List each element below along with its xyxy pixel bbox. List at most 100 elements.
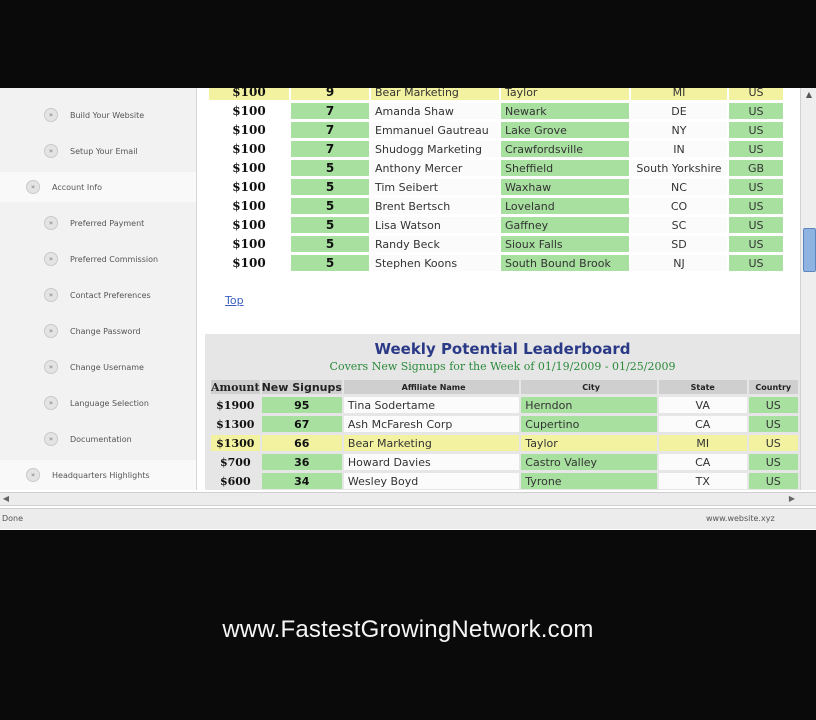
cell-name: Bear Marketing xyxy=(371,88,499,100)
scroll-left-icon[interactable]: ◀ xyxy=(0,493,12,505)
cell-country: US xyxy=(729,103,783,119)
cell-name: Lisa Watson xyxy=(371,217,499,233)
browser-screen: » Build Your Website » Setup Your Email » Acc… xyxy=(0,88,816,530)
cell-amount: $1900 xyxy=(216,398,255,412)
scroll-right-icon[interactable]: ▶ xyxy=(786,493,798,505)
bullet-icon: » xyxy=(44,396,58,410)
cell-city: Sioux Falls xyxy=(501,236,629,252)
cell-amount: $1300 xyxy=(211,435,260,451)
cell-country: US xyxy=(729,236,783,252)
sidebar-item[interactable]: » Build Your Website xyxy=(0,100,196,130)
cell-state: SC xyxy=(631,217,727,233)
cell-count: 36 xyxy=(261,454,342,470)
cell-city: Gaffney xyxy=(501,217,629,233)
sidebar-item-label: Documentation xyxy=(70,434,132,444)
column-header: Country xyxy=(748,380,798,394)
cell-state: NJ xyxy=(631,255,727,271)
cell-count: 5 xyxy=(291,217,369,233)
cell-state: MI xyxy=(631,88,727,100)
cell-city: Newark xyxy=(501,103,629,119)
bullet-icon: » xyxy=(44,108,58,122)
table-row: $1300 67 Ash McFaresh Corp Cupertino CA US xyxy=(211,416,798,432)
sidebar-item[interactable]: » Headquarters Highlights xyxy=(0,460,196,490)
cell-name: Stephen Koons xyxy=(371,255,499,271)
column-header: City xyxy=(521,380,657,394)
cell-count: 5 xyxy=(291,236,369,252)
scroll-up-icon[interactable]: ▲ xyxy=(801,88,816,102)
cell-city: South Bound Brook xyxy=(501,255,629,271)
table-row: $600 34 Wesley Boyd Tyrone TX US xyxy=(211,473,798,489)
sidebar-item-label: Preferred Payment xyxy=(70,218,145,228)
status-url: www.website.xyz xyxy=(706,514,775,523)
cell-country: US xyxy=(729,179,783,195)
vertical-scrollbar[interactable]: ▲ xyxy=(800,88,816,490)
cell-count: 5 xyxy=(291,255,369,271)
sidebar-item[interactable]: » Preferred Payment xyxy=(0,208,196,238)
bullet-icon: » xyxy=(44,360,58,374)
cell-city: Sheffield xyxy=(501,160,629,176)
cell-country: GB xyxy=(729,160,783,176)
footer-url: www.FastestGrowingNetwork.com xyxy=(222,616,594,643)
cell-state: NC xyxy=(631,179,727,195)
cell-state: NY xyxy=(631,122,727,138)
sidebar-item[interactable]: » Preferred Commission xyxy=(0,244,196,274)
horizontal-scrollbar[interactable]: ◀ ▶ xyxy=(0,492,816,506)
cell-country: US xyxy=(748,416,798,432)
bullet-icon: » xyxy=(44,324,58,338)
sidebar-item[interactable]: » Change Password xyxy=(0,316,196,346)
cell-count: 7 xyxy=(291,103,369,119)
cell-country: US xyxy=(729,217,783,233)
sidebar-item[interactable]: » Account Info xyxy=(0,172,196,202)
cell-country: US xyxy=(729,88,783,100)
cell-city: Tyrone xyxy=(521,473,657,489)
cell-name: Amanda Shaw xyxy=(371,103,499,119)
cell-count: 95 xyxy=(261,397,342,413)
cell-city: Taylor xyxy=(501,88,629,100)
sidebar-item[interactable]: » Setup Your Email xyxy=(0,136,196,166)
cell-count: 34 xyxy=(261,473,342,489)
cell-name: Brent Bertsch xyxy=(371,198,499,214)
sidebar-item-label: Account Info xyxy=(52,182,102,192)
cell-country: US xyxy=(748,397,798,413)
bullet-icon: » xyxy=(44,288,58,302)
cell-amount: $100 xyxy=(232,142,266,156)
cell-state: VA xyxy=(658,397,747,413)
sidebar-item-label: Headquarters Highlights xyxy=(52,470,150,480)
table-row: $100 7 Amanda Shaw Newark DE US xyxy=(209,103,783,119)
cell-amount: $1300 xyxy=(216,417,255,431)
bullet-icon: » xyxy=(44,252,58,266)
table-row: $100 5 Tim Seibert Waxhaw NC US xyxy=(209,179,783,195)
cell-state: SD xyxy=(631,236,727,252)
cell-amount: $100 xyxy=(232,104,266,118)
cell-state: CA xyxy=(658,454,747,470)
sidebar-item-label: Change Username xyxy=(70,362,144,372)
cell-amount: $100 xyxy=(232,161,266,175)
status-text: Done xyxy=(2,514,24,523)
weekly-leaderboard-table: Amount New Signups Affiliate Name City State… xyxy=(209,377,800,490)
cell-count: 67 xyxy=(261,416,342,432)
sidebar-item-label: Setup Your Email xyxy=(70,146,138,156)
scroll-thumb[interactable] xyxy=(803,228,816,272)
cell-country: US xyxy=(748,454,798,470)
cell-country: US xyxy=(748,435,798,451)
cell-name: Wesley Boyd xyxy=(343,473,520,489)
table-row: $100 7 Emmanuel Gautreau Lake Grove NY US xyxy=(209,122,783,138)
leaderboard-title: Weekly Potential Leaderboard xyxy=(374,340,631,358)
top-link[interactable]: Top xyxy=(225,294,244,307)
cell-country: US xyxy=(748,473,798,489)
cell-amount: $100 xyxy=(232,218,266,232)
cell-country: US xyxy=(729,198,783,214)
sidebar-item[interactable]: » Change Username xyxy=(0,352,196,382)
cell-state: CO xyxy=(631,198,727,214)
cell-name: Howard Davies xyxy=(343,454,520,470)
cell-count: 5 xyxy=(291,160,369,176)
column-header: State xyxy=(658,380,747,394)
cell-state: MI xyxy=(658,435,747,451)
sidebar-item[interactable]: » Language Selection xyxy=(0,388,196,418)
sidebar-item[interactable]: » Contact Preferences xyxy=(0,280,196,310)
cell-amount: $100 xyxy=(232,123,266,137)
column-header: Amount xyxy=(211,380,260,394)
sidebar-item[interactable]: » Documentation xyxy=(0,424,196,454)
table-row: $700 36 Howard Davies Castro Valley CA US xyxy=(211,454,798,470)
table-row: $100 7 Shudogg Marketing Crawfordsville IN US xyxy=(209,141,783,157)
